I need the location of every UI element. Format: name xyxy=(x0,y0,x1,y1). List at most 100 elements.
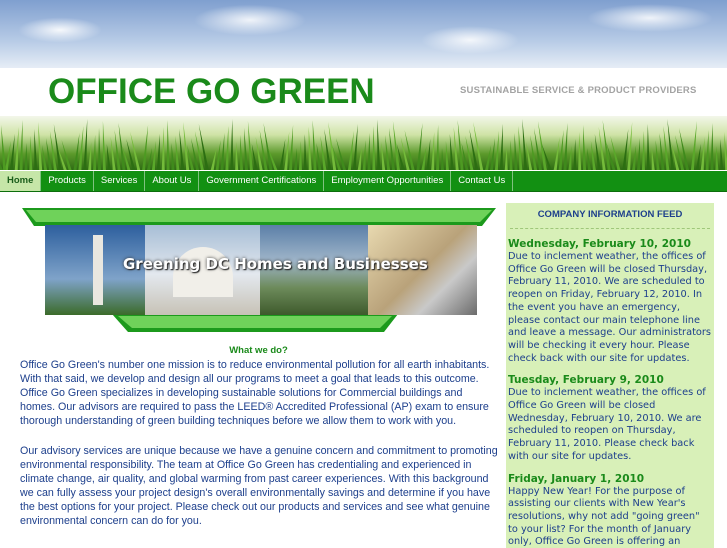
feed-entry: Friday, January 1, 2010 Happy New Year! … xyxy=(506,473,714,548)
grass-blade xyxy=(98,128,101,170)
grass-blade xyxy=(73,133,80,170)
grass-blade xyxy=(573,139,577,170)
nav-contact-us[interactable]: Contact Us xyxy=(451,171,514,191)
grass-blade xyxy=(695,144,701,170)
grass-blade xyxy=(436,125,440,170)
grass-blade xyxy=(553,137,560,170)
grass-blade xyxy=(372,126,376,170)
grass-blade xyxy=(655,140,660,170)
grass-blade xyxy=(42,145,48,170)
grass-blade xyxy=(622,129,629,170)
grass-blade xyxy=(659,133,665,170)
grass-blade xyxy=(225,126,229,170)
grass-blade xyxy=(558,130,564,170)
feed-entry-text: Happy New Year! For the purpose of assis… xyxy=(508,485,700,548)
grass-blade xyxy=(583,125,587,170)
nav-products[interactable]: Products xyxy=(41,171,94,191)
grass-blade xyxy=(700,137,705,170)
grass-blade xyxy=(4,141,11,170)
grass-blade xyxy=(646,124,650,170)
grass-blade xyxy=(632,145,637,170)
grass-blade xyxy=(175,136,180,170)
nav-government-certifications[interactable]: Government Certifications xyxy=(199,171,325,191)
grass-blade xyxy=(147,148,152,170)
nav-services[interactable]: Services xyxy=(94,171,146,191)
grass-blade xyxy=(78,126,84,170)
grass-blade xyxy=(381,142,386,170)
grass-blade xyxy=(151,141,156,170)
grass-blade xyxy=(641,131,645,170)
grass-blade xyxy=(210,147,217,170)
grass-blade xyxy=(362,140,366,170)
grass-blade xyxy=(279,139,286,170)
grass-blade xyxy=(289,125,294,170)
grass-blade xyxy=(651,147,655,170)
feed-entry: Wednesday, February 10, 2010 Due to incl… xyxy=(506,238,714,365)
mission-paragraph: Office Go Green's number one mission is … xyxy=(20,359,490,427)
grass-blade xyxy=(19,120,23,170)
grass-blade xyxy=(504,147,508,170)
site-tagline: SUSTAINABLE SERVICE & PRODUCT PROVIDERS xyxy=(460,85,697,96)
nav-home[interactable]: Home xyxy=(0,171,42,191)
grass-blade xyxy=(352,124,358,170)
grass-blade xyxy=(14,127,19,170)
grass-blade xyxy=(88,142,92,170)
grass-blade xyxy=(46,138,52,170)
grass-blade xyxy=(377,119,381,170)
grass-blade xyxy=(526,142,533,170)
feed-entry-date: Wednesday, February 10, 2010 xyxy=(508,238,691,250)
banner-caption: Greening DC Homes and Businesses xyxy=(123,255,428,273)
grass-blade xyxy=(294,148,297,170)
grass-blade xyxy=(38,122,43,170)
grass-blade xyxy=(179,129,185,170)
grass-blade xyxy=(166,120,170,170)
feed-entry-text: Due to inclement weather, the offices of… xyxy=(508,387,706,462)
grass-blade xyxy=(1,125,7,170)
grass-blade xyxy=(106,144,111,170)
grass-blade xyxy=(9,134,15,170)
grass-blade xyxy=(102,121,106,170)
grass-blade xyxy=(244,128,248,170)
grass-blade xyxy=(499,124,503,170)
feed-entry: Tuesday, February 9, 2010 Due to incleme… xyxy=(506,374,714,463)
grass-blade xyxy=(284,132,290,170)
grass-blade xyxy=(563,123,568,170)
sky-header-background xyxy=(0,0,727,68)
feed-entry-date: Tuesday, February 9, 2010 xyxy=(508,374,664,387)
grass-blade xyxy=(710,123,714,170)
grass-blade xyxy=(298,141,302,170)
grass-blade xyxy=(312,120,317,170)
grass-blade xyxy=(156,134,160,170)
grass-blade xyxy=(720,139,724,170)
grass-blade xyxy=(183,122,190,170)
grass-blade xyxy=(457,120,464,170)
grass-blade xyxy=(230,119,234,170)
grass-blade xyxy=(385,135,391,170)
grass-blade xyxy=(705,130,709,170)
grass-blade xyxy=(431,132,435,170)
feed-entry-date: Friday, January 1, 2010 xyxy=(508,472,645,485)
grass-blade xyxy=(578,132,582,170)
grass-blade xyxy=(171,143,175,170)
grass-blade xyxy=(509,140,513,170)
grass-blade xyxy=(220,133,225,170)
grass-banner-image xyxy=(0,116,727,170)
grass-blade xyxy=(449,134,454,170)
grass-blade xyxy=(367,133,371,170)
grass-blade xyxy=(416,123,423,170)
grass-blade xyxy=(514,133,518,170)
grass-blade xyxy=(347,131,354,170)
nav-about-us[interactable]: About Us xyxy=(145,171,200,191)
grass-blade xyxy=(29,136,33,170)
grass-blade xyxy=(142,125,149,170)
grass-blade xyxy=(215,140,221,170)
grass-blade xyxy=(494,131,499,170)
grass-blade xyxy=(421,146,427,170)
grass-blade xyxy=(715,146,719,170)
nav-employment-opportunities[interactable]: Employment Opportunities xyxy=(324,171,452,191)
grass-blade xyxy=(308,127,312,170)
grass-blade xyxy=(490,138,495,170)
grass-blade xyxy=(316,143,322,170)
main-navigation: Home Products Services About Us Governme… xyxy=(0,171,727,192)
grass-blade xyxy=(118,123,126,170)
